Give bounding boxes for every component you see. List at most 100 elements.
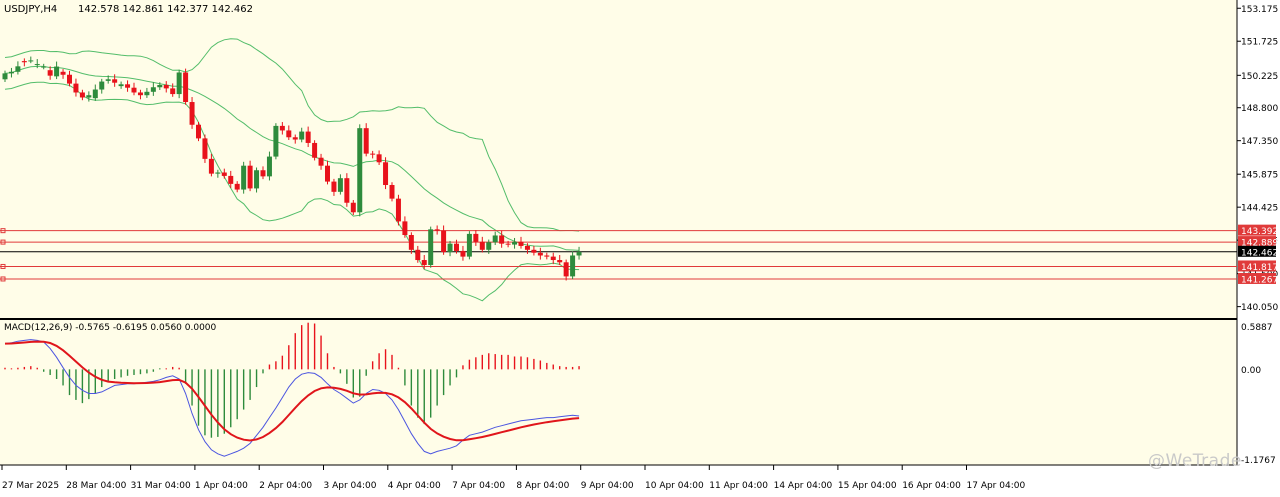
candle-body <box>376 154 382 163</box>
candle-body <box>492 235 498 243</box>
chart-canvas[interactable]: 153.175 151.725 150.225 148.800 147.350 145.8… <box>0 0 1280 493</box>
candle-body <box>383 162 389 186</box>
candle <box>389 182 395 202</box>
time-axis-label: 27 Mar 2025 <box>2 481 59 491</box>
candle-body <box>544 255 550 257</box>
candle-body <box>60 71 66 75</box>
price-axis-label: 145.875 <box>1241 171 1278 181</box>
candle-body <box>170 88 176 95</box>
candle-body <box>447 243 453 253</box>
time-axis-label: 2 Apr 04:00 <box>259 481 312 491</box>
time-axis-label: 14 Apr 04:00 <box>774 481 833 491</box>
candle <box>570 251 576 280</box>
price-axis-label: 150.225 <box>1241 72 1278 82</box>
candle <box>202 134 208 163</box>
candle-body <box>421 260 427 266</box>
candle-body <box>299 131 305 140</box>
candle-body <box>389 185 395 199</box>
candle-body <box>34 64 40 66</box>
candle-body <box>118 84 124 87</box>
candle-body <box>466 233 472 257</box>
candle-body <box>576 251 582 256</box>
time-axis-label: 3 Apr 04:00 <box>324 481 377 491</box>
price-axis-label: 151.725 <box>1241 38 1278 48</box>
candle-body <box>131 87 137 93</box>
candle-body <box>524 245 530 250</box>
candle-body <box>286 130 292 138</box>
current-price-tag-label: 142.462 <box>1241 248 1278 258</box>
chart-window: 153.175 151.725 150.225 148.800 147.350 145.8… <box>0 0 1280 493</box>
candle <box>357 124 363 217</box>
candle-body <box>125 84 131 88</box>
candle-body <box>486 242 492 250</box>
candle-body <box>73 83 79 93</box>
candle-body <box>47 70 53 76</box>
candle-body <box>402 221 408 236</box>
candle-body <box>28 60 34 62</box>
candle-body <box>99 81 105 90</box>
price-axis-label: 148.800 <box>1241 104 1278 114</box>
watermark-logo: @WeTrade <box>1148 451 1242 471</box>
candle-body <box>8 71 14 74</box>
ohlc-label: 142.578 142.861 142.377 142.462 <box>78 4 253 15</box>
candle-body <box>176 72 182 95</box>
candle-body <box>241 165 247 190</box>
candle-body <box>86 95 92 98</box>
candle-body <box>344 178 350 203</box>
candle-body <box>221 172 227 176</box>
price-axis-label: 144.425 <box>1241 204 1278 214</box>
time-axis-label: 17 Apr 04:00 <box>967 481 1026 491</box>
candle-body <box>196 124 201 139</box>
candle-body <box>266 156 272 177</box>
candle-body <box>531 249 537 253</box>
candle-body <box>279 125 285 131</box>
candle-body <box>273 125 279 157</box>
time-axis-label: 31 Mar 04:00 <box>131 481 191 491</box>
candle <box>183 68 189 105</box>
candle <box>241 161 247 194</box>
macd-axis-label: -1.1767 <box>1241 456 1276 466</box>
price-level-tag-label: 141.267 <box>1241 275 1278 285</box>
candle <box>312 140 318 161</box>
time-axis-label: 1 Apr 04:00 <box>195 481 248 491</box>
time-axis-label: 7 Apr 04:00 <box>452 481 505 491</box>
candle <box>273 123 279 160</box>
candle-body <box>137 92 143 96</box>
candle-body <box>570 255 576 277</box>
candle-body <box>41 66 47 68</box>
candle-body <box>357 128 363 213</box>
candle-body <box>260 170 266 177</box>
candle-body <box>2 73 8 80</box>
candle-body <box>247 165 253 189</box>
candle <box>196 122 201 142</box>
candle <box>428 226 434 268</box>
candle-body <box>473 233 479 242</box>
candle-body <box>112 79 118 83</box>
candle-body <box>337 178 343 192</box>
macd-axis-label: 0.00 <box>1241 366 1261 376</box>
candle-body <box>79 92 85 98</box>
candle-body <box>479 241 485 250</box>
candle-body <box>312 142 318 158</box>
candle-body <box>228 175 234 184</box>
candle-body <box>144 91 150 96</box>
candle-body <box>395 198 401 222</box>
candle-body <box>67 74 72 84</box>
candle-body <box>54 66 60 77</box>
candle-body <box>15 66 21 72</box>
candle-body <box>202 138 208 159</box>
candle-body <box>163 84 169 89</box>
candle-body <box>408 235 414 250</box>
candle-body <box>189 102 195 125</box>
time-axis-label: 10 Apr 04:00 <box>645 481 704 491</box>
time-axis-label: 16 Apr 04:00 <box>902 481 961 491</box>
price-axis-label: 153.175 <box>1241 5 1278 15</box>
candle-body <box>505 243 511 245</box>
candle-body <box>499 235 505 244</box>
time-axis-label: 11 Apr 04:00 <box>709 481 768 491</box>
candle-body <box>563 262 569 277</box>
time-axis-label: 15 Apr 04:00 <box>838 481 897 491</box>
candle-body <box>183 72 189 103</box>
candle-body <box>518 241 524 246</box>
candle-body <box>370 153 376 155</box>
